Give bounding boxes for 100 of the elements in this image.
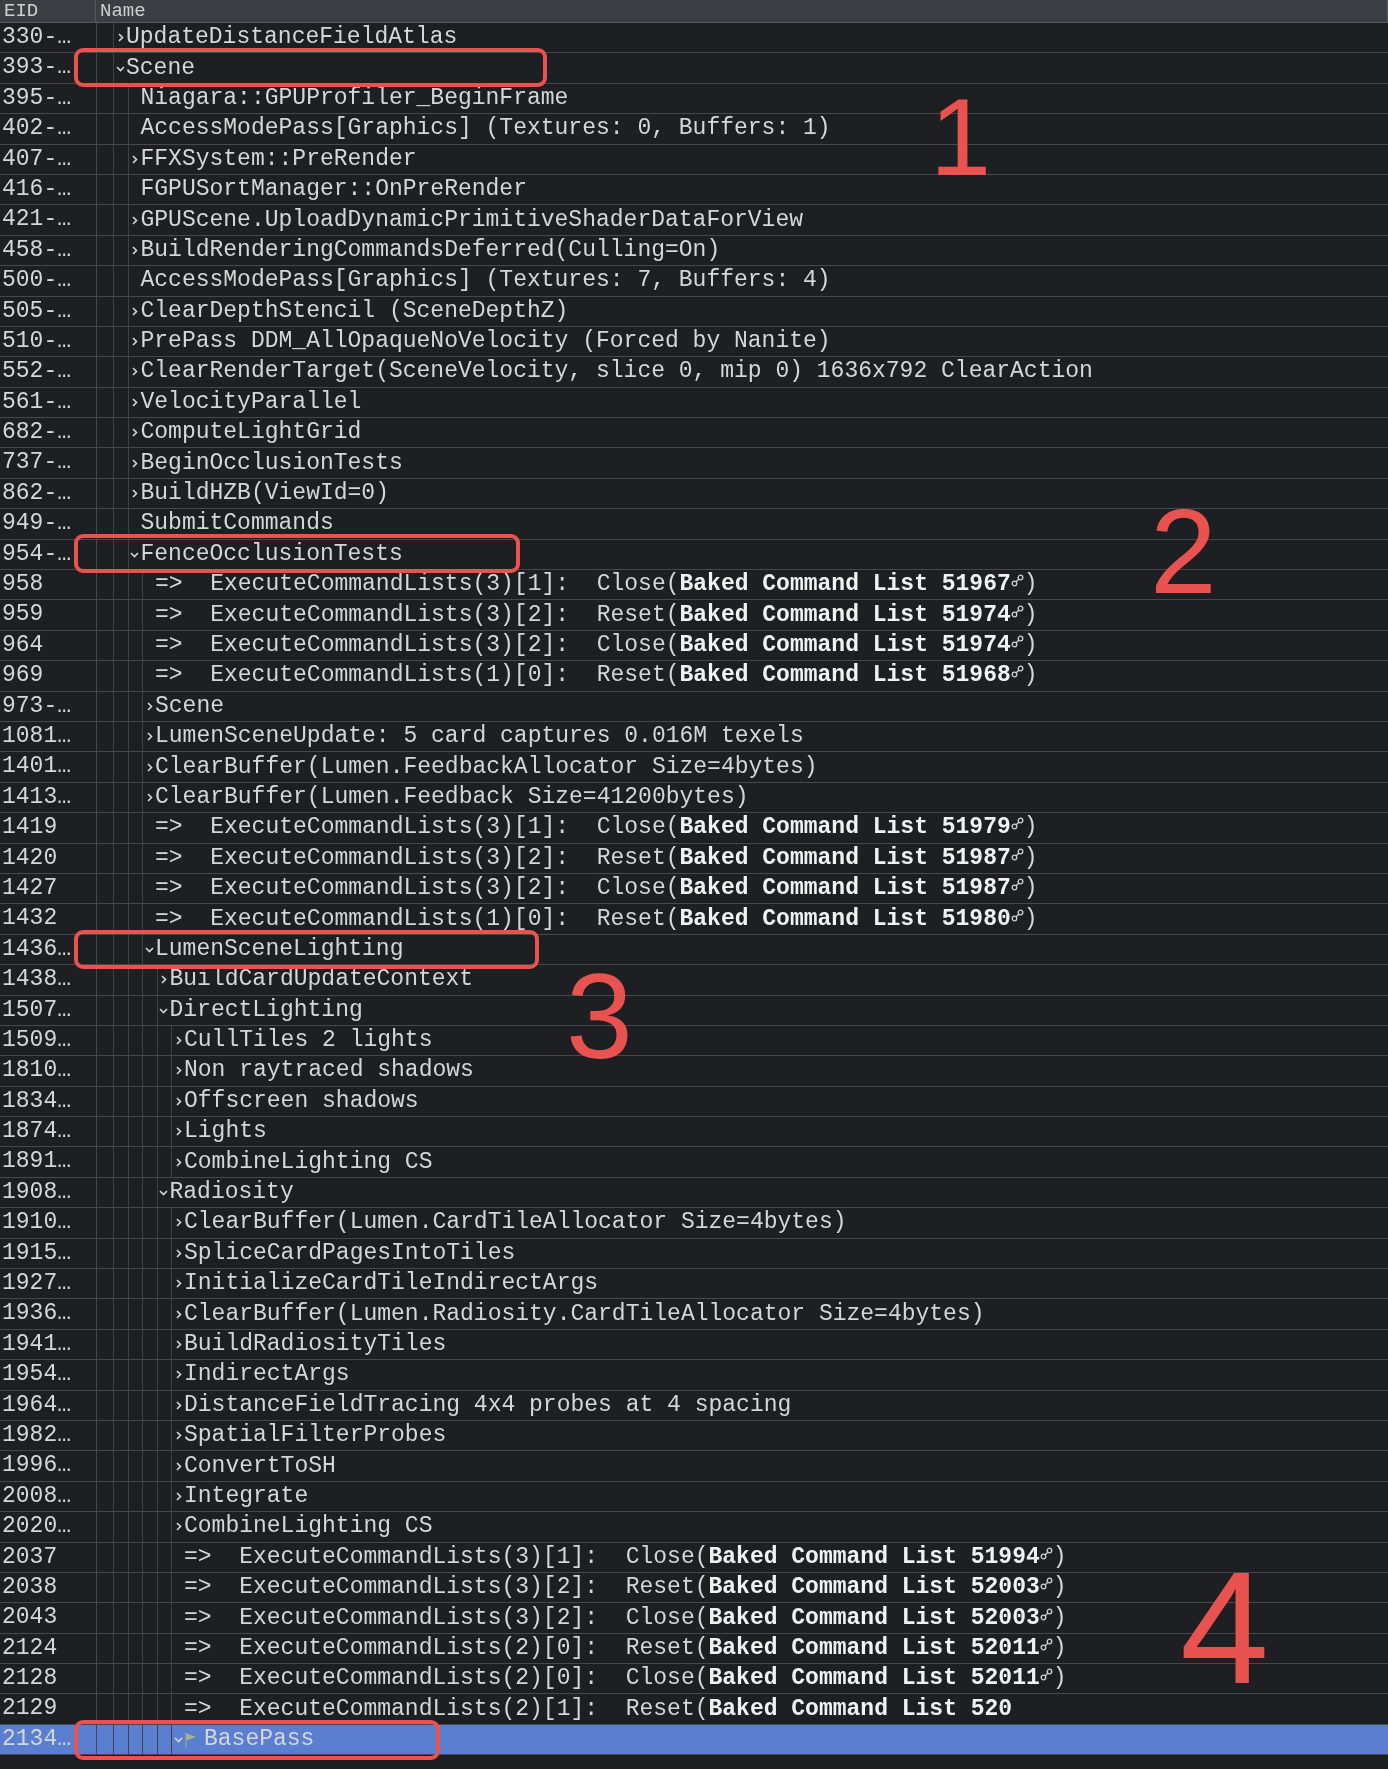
event-row[interactable]: 1413… ClearBuffer(Lumen.Feedback Size=41200bytes) (0, 782, 1388, 814)
chevron-right-icon[interactable] (158, 974, 169, 986)
link-icon[interactable] (1010, 665, 1024, 679)
event-row[interactable]: 421-… GPUScene.UploadDynamicPrimitiveShaderDataForView (0, 205, 1388, 236)
link-icon[interactable] (1039, 1546, 1053, 1560)
event-row[interactable]: 1910… ClearBuffer(Lumen.CardTileAllocator Size=4bytes) (0, 1208, 1388, 1239)
event-name: BasePass (204, 1725, 315, 1755)
event-row[interactable]: 1941… BuildRadiosityTiles (0, 1329, 1388, 1361)
event-name: AccessModePass[Graphics] (Textures: 0, Buffers: 1) (140, 114, 831, 144)
event-row[interactable]: 416-… FGPUSortManager::OnPreRender (0, 174, 1388, 206)
event-id: 1874… (1, 1117, 72, 1147)
link-icon[interactable] (1039, 1637, 1053, 1651)
event-id: 510-… (1, 326, 72, 356)
chevron-right-icon[interactable] (129, 244, 140, 256)
event-row[interactable]: 1982… SpatialFilterProbes (0, 1420, 1388, 1452)
chevron-right-icon[interactable] (129, 427, 140, 439)
event-name: ConvertToSH (184, 1451, 336, 1481)
event-id: 1427 (1, 873, 59, 903)
event-row[interactable]: 2129 => ExecuteCommandLists(2)[1]: Reset(Baked Command List 520 (0, 1694, 1388, 1725)
event-row[interactable]: 1927… InitializeCardTileIndirectArgs (0, 1269, 1388, 1300)
event-row[interactable]: 500-… AccessModePass[Graphics] (Textures: 7, Buffers: 4) (0, 266, 1388, 297)
event-row[interactable]: 969 => ExecuteCommandLists(1)[0]: Reset(Baked Command List 51968 ) (0, 661, 1388, 692)
event-row[interactable]: 1936… ClearBuffer(Lumen.Radiosity.CardTileAllocator Size=4bytes) (0, 1299, 1388, 1330)
event-name: BuildCardUpdateContext (169, 965, 474, 995)
event-id: 949-… (1, 509, 72, 539)
event-id: 1509… (1, 1025, 72, 1055)
event-row[interactable]: 2020… CombineLighting CS (0, 1512, 1388, 1543)
event-row[interactable]: 1401… ClearBuffer(Lumen.FeedbackAllocator Size=4bytes) (0, 752, 1388, 783)
closing-paren: ) (1023, 874, 1038, 904)
event-row[interactable]: 505-… ClearDepthStencil (SceneDepthZ) (0, 296, 1388, 327)
link-icon[interactable] (1010, 878, 1024, 892)
command-text: => ExecuteCommandLists(3)[2]: Reset(Baked Command List 51974 (155, 600, 1011, 630)
event-row[interactable]: 561-… VelocityParallel (0, 387, 1388, 419)
event-row[interactable]: 458-… BuildRenderingCommandsDeferred(Culling=On) (0, 235, 1388, 267)
event-row[interactable]: 2037 => ExecuteCommandLists(3)[1]: Close(Baked Command List 51994 ) (0, 1542, 1388, 1573)
event-row[interactable]: 552-… ClearRenderTarget(SceneVelocity, slice 0, mip 0) 1636x792 ClearAction (0, 357, 1388, 388)
event-row[interactable]: 1081… LumenSceneUpdate: 5 card captures 0.016M texels (0, 722, 1388, 753)
link-icon[interactable] (1039, 1607, 1053, 1621)
event-row[interactable]: 959 => ExecuteCommandLists(3)[2]: Reset(Baked Command List 51974 ) (0, 600, 1388, 631)
event-row[interactable]: 1891… CombineLighting CS (0, 1147, 1388, 1178)
chevron-right-icon[interactable] (129, 396, 140, 408)
event-row[interactable]: 1834… Offscreen shadows (0, 1086, 1388, 1118)
event-row[interactable]: 1954… IndirectArgs (0, 1360, 1388, 1391)
closing-paren: ) (1052, 1633, 1067, 1663)
link-icon[interactable] (1039, 1577, 1053, 1591)
event-id: 1964… (1, 1390, 72, 1420)
event-row[interactable]: 330-… UpdateDistanceFieldAtlas (0, 23, 1388, 54)
event-id: 1996… (1, 1451, 72, 1481)
event-row[interactable]: 393-… Scene (0, 53, 1388, 84)
chevron-right-icon[interactable] (129, 153, 140, 165)
event-row[interactable]: 1964… DistanceFieldTracing 4x4 probes at 4 spacing (0, 1390, 1388, 1421)
event-row[interactable]: 510-… PrePass DDM_AllOpaqueNoVelocity (Forced by Nanite) (0, 326, 1388, 358)
event-row[interactable]: 862-… BuildHZB(ViewId=0) (0, 478, 1388, 510)
event-row[interactable]: 1427 => ExecuteCommandLists(3)[2]: Close(Baked Command List 51987 ) (0, 873, 1388, 905)
event-id: 2124 (1, 1633, 59, 1663)
event-name: Scene (126, 53, 195, 83)
link-icon[interactable] (1010, 847, 1024, 861)
event-name: ClearBuffer(Lumen.Radiosity.CardTileAllocator Size=4bytes) (184, 1299, 985, 1329)
chevron-right-icon[interactable] (129, 457, 140, 469)
event-row[interactable]: 1996… ConvertToSH (0, 1451, 1388, 1482)
event-id: 2038 (1, 1572, 59, 1602)
chevron-right-icon[interactable] (129, 366, 140, 378)
column-header[interactable]: EID (0, 0, 96, 22)
link-icon[interactable] (1010, 604, 1024, 618)
chevron-right-icon[interactable] (129, 336, 140, 348)
event-row[interactable]: 682-… ComputeLightGrid (0, 418, 1388, 449)
event-row[interactable]: 1908… Radiosity (0, 1177, 1388, 1209)
event-name: UpdateDistanceFieldAtlas (126, 23, 458, 53)
link-icon[interactable] (1010, 635, 1024, 648)
chevron-right-icon[interactable] (129, 488, 140, 500)
event-name: LumenSceneUpdate: 5 card captures 0.016M texels (155, 722, 804, 752)
event-row[interactable]: 973-… Scene (0, 691, 1388, 722)
event-row[interactable]: 964 => ExecuteCommandLists(3)[2]: Close(Baked Command List 51974 ) (0, 630, 1388, 662)
link-icon[interactable] (1010, 574, 1024, 588)
event-row[interactable]: 737-… BeginOcclusionTests (0, 448, 1388, 479)
event-row[interactable]: 1419 => ExecuteCommandLists(3)[1]: Close(Baked Command List 51979 ) (0, 813, 1388, 844)
link-icon[interactable] (1010, 817, 1024, 831)
event-id: 561-… (1, 387, 72, 417)
event-row[interactable]: 1432 => ExecuteCommandLists(1)[0]: Reset(Baked Command List 51980 ) (0, 904, 1388, 935)
event-id: 1834… (1, 1086, 72, 1116)
chevron-right-icon[interactable] (129, 305, 140, 317)
command-text: => ExecuteCommandLists(3)[2]: Reset(Baked Command List 52003 (184, 1573, 1040, 1603)
event-row[interactable]: 2008… Integrate (0, 1481, 1388, 1513)
chevron-right-icon[interactable] (129, 214, 140, 226)
event-id: 2128 (1, 1664, 59, 1694)
event-row[interactable]: 1436… LumenSceneLighting (0, 934, 1388, 966)
event-row[interactable]: 1420 => ExecuteCommandLists(3)[2]: Reset(Baked Command List 51987 ) (0, 843, 1388, 874)
event-name: CombineLighting CS (184, 1512, 433, 1542)
event-row[interactable]: 1874… Lights (0, 1117, 1388, 1148)
column-header[interactable]: Name (96, 0, 1388, 22)
event-name: CombineLighting CS (184, 1147, 433, 1177)
command-text: => ExecuteCommandLists(1)[0]: Reset(Baked Command List 51968 (155, 661, 1011, 691)
event-name: Radiosity (169, 1178, 294, 1208)
chevron-down-icon[interactable] (158, 1187, 169, 1199)
link-icon[interactable] (1039, 1668, 1053, 1682)
link-icon[interactable] (1010, 908, 1024, 922)
event-id: 1915… (1, 1238, 72, 1268)
event-row[interactable]: 1915… SpliceCardPagesIntoTiles (0, 1238, 1388, 1269)
event-id: 330-… (1, 23, 72, 52)
event-name: PrePass DDM_AllOpaqueNoVelocity (Forced by Nanite) (140, 327, 831, 357)
